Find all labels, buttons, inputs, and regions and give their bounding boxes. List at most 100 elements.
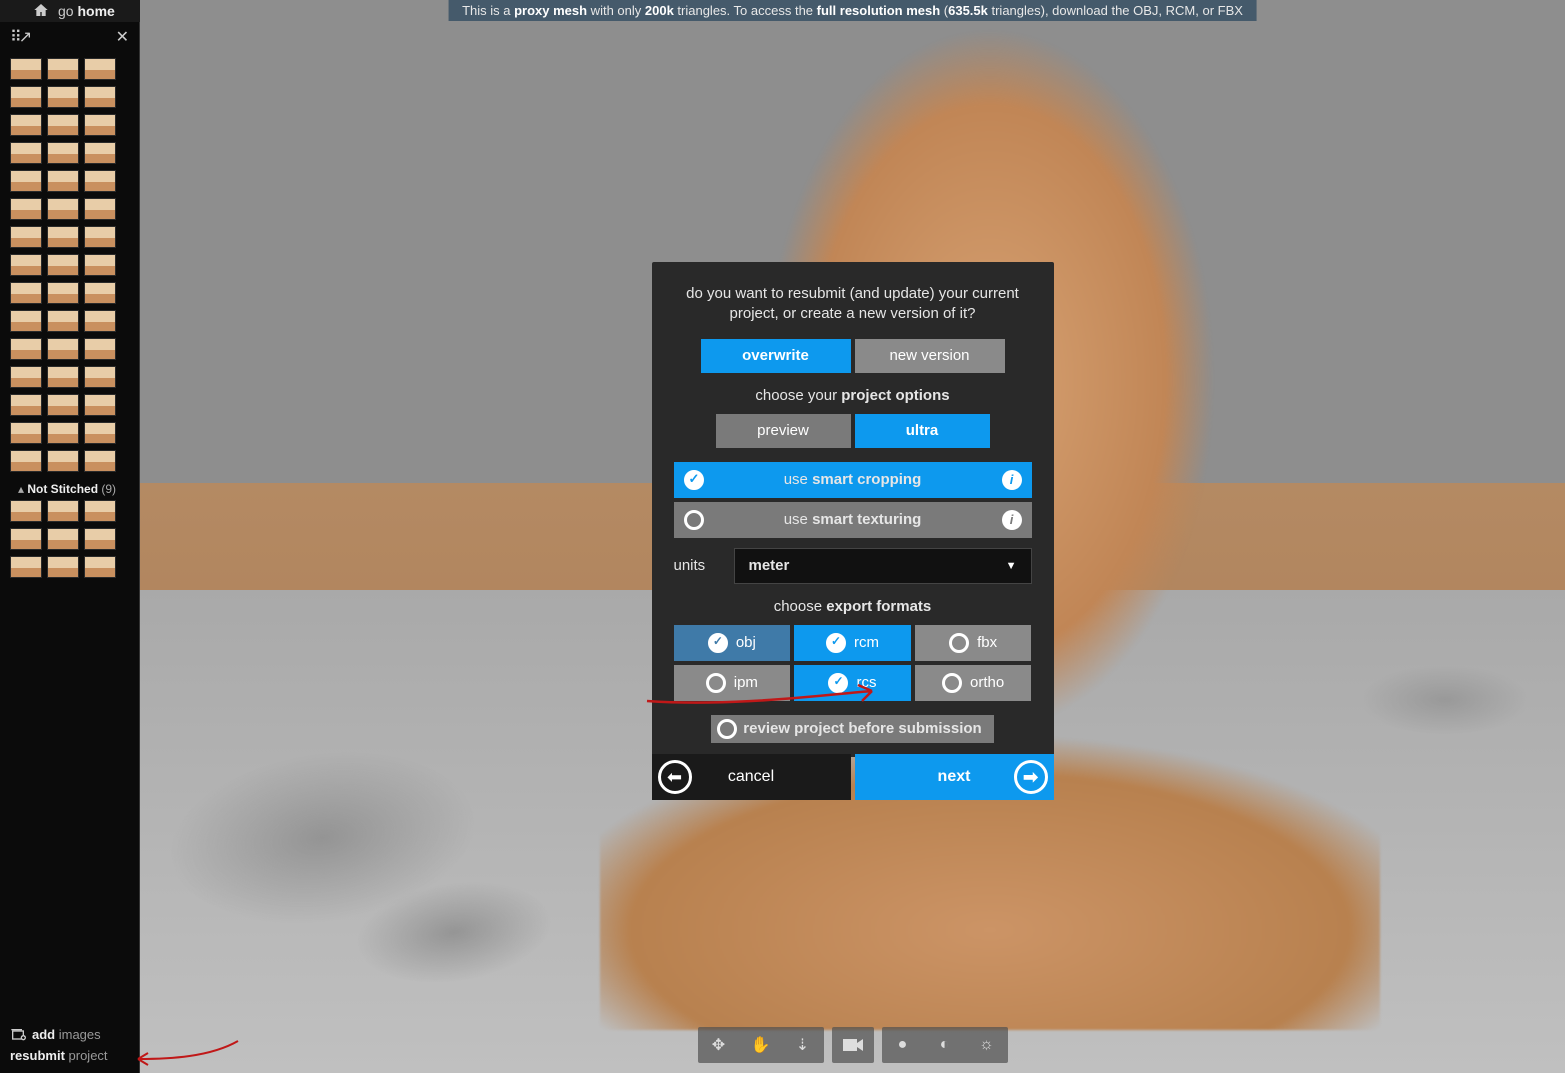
camera-tool[interactable] (832, 1027, 874, 1063)
arrow-right-icon: ➡ (1014, 760, 1048, 794)
settings-tool[interactable]: ☼ (966, 1027, 1008, 1063)
thumbnail[interactable] (84, 556, 116, 578)
thumbnail[interactable] (10, 86, 42, 108)
thumbnail[interactable] (84, 310, 116, 332)
next-button[interactable]: next ➡ (855, 754, 1054, 800)
info-icon[interactable]: i (1002, 470, 1022, 490)
thumbnail[interactable] (47, 310, 79, 332)
thumbnail[interactable] (47, 422, 79, 444)
thumbnail[interactable] (10, 394, 42, 416)
close-icon[interactable]: ✕ (116, 27, 129, 47)
thumbnail[interactable] (47, 226, 79, 248)
thumbnail[interactable] (47, 170, 79, 192)
not-stitched-label: Not Stitched (27, 482, 98, 496)
shaded-tool[interactable]: ● (882, 1027, 924, 1063)
new-version-button[interactable]: new version (855, 339, 1005, 373)
thumbnail[interactable] (10, 58, 42, 80)
review-before-submission-toggle[interactable]: review project before submission (711, 715, 993, 743)
preview-button[interactable]: preview (716, 414, 851, 448)
format-obj[interactable]: obj (674, 625, 791, 661)
camera-tool-group (832, 1027, 874, 1063)
thumbnail[interactable] (10, 142, 42, 164)
thumbnail[interactable] (84, 450, 116, 472)
pan-tool[interactable]: ✋ (740, 1027, 782, 1063)
thumbnail[interactable] (10, 170, 42, 192)
thumbnail[interactable] (47, 198, 79, 220)
format-ortho[interactable]: ortho (915, 665, 1032, 701)
smart-texturing-toggle[interactable]: use smart texturing i (674, 502, 1032, 538)
orbit-tool[interactable]: ✥ (698, 1027, 740, 1063)
wireframe-tool[interactable]: ◐ (924, 1027, 966, 1063)
thumbnail[interactable] (47, 450, 79, 472)
thumbnail[interactable] (10, 310, 42, 332)
format-ipm[interactable]: ipm (674, 665, 791, 701)
thumbnail[interactable] (10, 282, 42, 304)
thumbnail[interactable] (47, 500, 79, 522)
thumbnail[interactable] (10, 500, 42, 522)
format-label: ortho (970, 674, 1004, 691)
resubmit-project-link[interactable]: resubmit project (10, 1048, 129, 1063)
viewport-3d[interactable]: This is a proxy mesh with only 200k tria… (140, 0, 1565, 1073)
thumbnail[interactable] (47, 528, 79, 550)
thumbnail[interactable] (47, 338, 79, 360)
format-rcs[interactable]: rcs (794, 665, 911, 701)
thumbnail[interactable] (10, 556, 42, 578)
not-stitched-header[interactable]: ▴ Not Stitched (9) (10, 478, 129, 500)
thumbnail[interactable] (84, 114, 116, 136)
overwrite-button[interactable]: overwrite (701, 339, 851, 373)
thumbnail[interactable] (10, 114, 42, 136)
units-row: units meter ▼ (674, 548, 1032, 584)
add-images-link[interactable]: add images (10, 1027, 129, 1042)
thumbnail[interactable] (84, 226, 116, 248)
banner-text: triangles), download the OBJ, RCM, or FB… (988, 3, 1243, 18)
thumbnail[interactable] (84, 282, 116, 304)
thumbnail[interactable] (10, 422, 42, 444)
banner-bold: proxy mesh (514, 3, 587, 18)
thumbnail[interactable] (47, 86, 79, 108)
thumbnail[interactable] (47, 114, 79, 136)
cancel-button[interactable]: ⬅ cancel (652, 754, 851, 800)
thumbnail[interactable] (84, 528, 116, 550)
thumbnail[interactable] (10, 226, 42, 248)
go-home-link[interactable]: go home (58, 3, 115, 19)
thumbnail[interactable] (10, 366, 42, 388)
thumbnail[interactable] (47, 58, 79, 80)
thumbnail[interactable] (10, 450, 42, 472)
proxy-mesh-banner: This is a proxy mesh with only 200k tria… (448, 0, 1257, 21)
checkmark-icon (684, 470, 704, 490)
ultra-button[interactable]: ultra (855, 414, 990, 448)
thumbnail[interactable] (84, 500, 116, 522)
shadow-decoration (152, 694, 577, 1026)
grid-icon[interactable]: ⠿↗ (10, 27, 29, 47)
dolly-tool[interactable]: ⇣ (782, 1027, 824, 1063)
thumbnail[interactable] (10, 338, 42, 360)
thumbnail[interactable] (47, 142, 79, 164)
thumbnail[interactable] (10, 528, 42, 550)
thumbnail[interactable] (84, 422, 116, 444)
thumbnail[interactable] (84, 254, 116, 276)
thumbnail[interactable] (10, 198, 42, 220)
thumbnail[interactable] (84, 86, 116, 108)
units-select[interactable]: meter ▼ (734, 548, 1032, 584)
smart-cropping-toggle[interactable]: use smart cropping i (674, 462, 1032, 498)
thumbnail[interactable] (47, 254, 79, 276)
thumbnail[interactable] (84, 58, 116, 80)
dialog-question: do you want to resubmit (and update) you… (674, 284, 1032, 325)
home-text: home (77, 3, 114, 19)
format-label: rcm (854, 634, 879, 651)
thumbnail[interactable] (10, 254, 42, 276)
format-fbx[interactable]: fbx (915, 625, 1032, 661)
format-label: obj (736, 634, 756, 651)
info-icon[interactable]: i (1002, 510, 1022, 530)
thumbnail[interactable] (84, 338, 116, 360)
thumbnail[interactable] (47, 366, 79, 388)
format-rcm[interactable]: rcm (794, 625, 911, 661)
thumbnail[interactable] (84, 170, 116, 192)
thumbnail[interactable] (84, 142, 116, 164)
thumbnail[interactable] (84, 198, 116, 220)
thumbnail[interactable] (47, 394, 79, 416)
thumbnail[interactable] (84, 394, 116, 416)
thumbnail[interactable] (47, 282, 79, 304)
thumbnail[interactable] (47, 556, 79, 578)
thumbnail[interactable] (84, 366, 116, 388)
